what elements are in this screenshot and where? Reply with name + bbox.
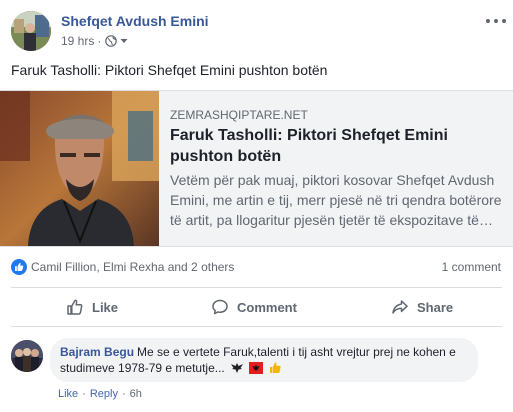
eagle-icon <box>231 363 244 373</box>
post-header: Shefqet Avdush Emini 19 hrs · <box>0 0 513 60</box>
comment-bubble: Bajram Begu Me se e vertete Faruk,talenti… <box>50 338 478 382</box>
comment-count[interactable]: 1 comment <box>442 260 501 274</box>
post-meta: 19 hrs · <box>61 34 128 48</box>
comment-label: Comment <box>237 299 297 315</box>
author-avatar-image <box>11 11 51 51</box>
comment-timestamp[interactable]: 6h <box>130 388 142 400</box>
comment-separator: · <box>121 388 126 400</box>
author-name[interactable]: Shefqet Avdush Emini <box>61 13 209 29</box>
commenter-name[interactable]: Bajram Begu <box>60 345 134 359</box>
like-reaction-icon[interactable] <box>11 259 27 275</box>
albania-flag-icon <box>249 362 264 374</box>
share-label: Share <box>417 299 454 315</box>
audience-caret-icon[interactable] <box>120 37 128 45</box>
like-label: Like <box>92 299 119 315</box>
author-avatar[interactable] <box>11 11 51 51</box>
link-domain: ZEMRASHQIPTARE.NET <box>170 108 308 122</box>
post-actions: Like Comment Share <box>11 287 502 327</box>
comment-actions: Like · Reply · 6h <box>58 388 142 400</box>
post-timestamp[interactable]: 19 hrs <box>61 34 94 48</box>
comment-like-link[interactable]: Like <box>58 388 78 400</box>
comment-icon <box>212 299 228 315</box>
link-description: Vetëm për pak muaj, piktori kosovar Shef… <box>170 172 502 228</box>
comment-reply-link[interactable]: Reply <box>90 388 118 400</box>
reactions-summary: Camil Fillion, Elmi Rexha and 2 others 1… <box>0 250 513 282</box>
thumbs-up-icon <box>269 362 281 373</box>
comment-item: Bajram Begu Me se e vertete Faruk,talenti… <box>0 338 513 408</box>
thumbs-up-icon <box>67 299 83 315</box>
link-preview-card[interactable]: ZEMRASHQIPTARE.NET Faruk Tasholli: Pikto… <box>0 90 513 247</box>
commenter-avatar[interactable] <box>11 340 43 372</box>
link-title[interactable]: Faruk Tasholli: Piktori Shefqet Emini pu… <box>170 125 500 167</box>
link-thumbnail[interactable] <box>0 91 159 246</box>
like-button[interactable]: Like <box>66 288 118 326</box>
share-button[interactable]: Share <box>391 288 453 326</box>
globe-icon[interactable] <box>105 35 118 47</box>
post-text: Faruk Tasholli: Piktori Shefqet Emini pu… <box>11 62 328 78</box>
reactors-names[interactable]: Camil Fillion, Elmi Rexha and 2 others <box>31 260 234 274</box>
comment-button[interactable]: Comment <box>211 288 297 326</box>
more-options-icon[interactable] <box>485 16 507 26</box>
link-thumbnail-image <box>0 91 159 246</box>
commenter-avatar-image <box>11 340 43 372</box>
meta-separator: · <box>97 34 102 48</box>
comment-separator: · <box>82 388 86 400</box>
share-icon <box>392 300 408 314</box>
